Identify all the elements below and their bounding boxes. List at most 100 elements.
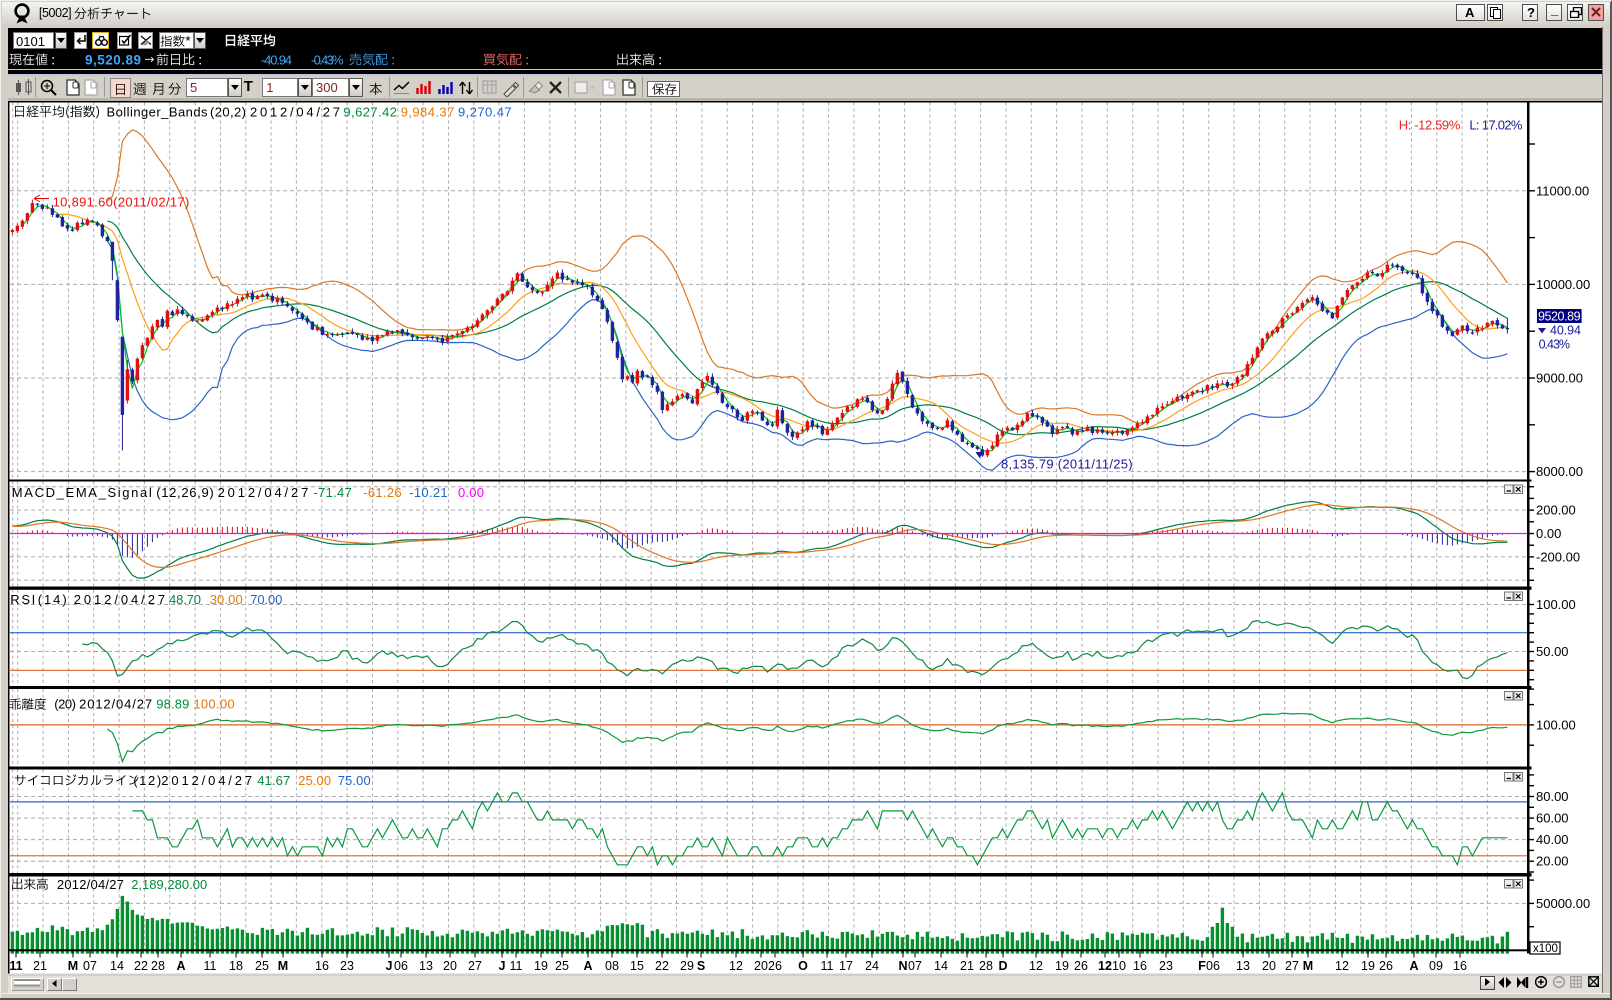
svg-text:12: 12 — [1335, 959, 1349, 973]
svg-text:100.00: 100.00 — [1536, 597, 1576, 612]
svg-text:13: 13 — [1236, 959, 1250, 973]
svg-text:15: 15 — [630, 959, 644, 973]
svg-text:17: 17 — [839, 959, 853, 973]
svg-text:-71.47: -71.47 — [313, 485, 351, 500]
svg-text:D: D — [998, 959, 1007, 973]
svg-text:9520.89: 9520.89 — [1538, 310, 1581, 324]
svg-text:11: 11 — [9, 959, 22, 973]
svg-text:40.00: 40.00 — [1536, 832, 1569, 847]
svg-text:F: F — [1198, 959, 1206, 973]
svg-text:9,270.47: 9,270.47 — [458, 105, 512, 120]
svg-text:11: 11 — [821, 959, 834, 973]
svg-text:H: -12.59%: H: -12.59% — [1399, 118, 1461, 133]
svg-text:10000.00: 10000.00 — [1536, 277, 1590, 292]
svg-text:10,891.60(2011/02/17): 10,891.60(2011/02/17) — [53, 195, 190, 210]
svg-text:12: 12 — [1098, 959, 1112, 973]
svg-text:M: M — [1303, 959, 1313, 973]
svg-text:40.94: 40.94 — [1550, 324, 1581, 338]
svg-text:-61.26: -61.26 — [363, 485, 401, 500]
svg-text:x100: x100 — [1533, 943, 1558, 955]
svg-text:S: S — [697, 959, 705, 973]
svg-text:98.89: 98.89 — [156, 697, 189, 712]
svg-text:L: 17.02%: L: 17.02% — [1469, 118, 1522, 133]
svg-text:27: 27 — [468, 959, 482, 973]
svg-text:25: 25 — [555, 959, 569, 973]
svg-text:A: A — [176, 959, 185, 973]
svg-text:MACD_EMA_Signal: MACD_EMA_Signal — [12, 485, 152, 500]
svg-text:20: 20 — [443, 959, 457, 973]
svg-text:20: 20 — [754, 959, 768, 973]
svg-text:(12,26,9): (12,26,9) — [156, 485, 214, 500]
svg-text:80.00: 80.00 — [1536, 789, 1569, 804]
svg-text:J: J — [386, 959, 393, 973]
svg-text:N: N — [898, 959, 907, 973]
svg-text:06: 06 — [394, 959, 408, 973]
svg-text:12: 12 — [729, 959, 743, 973]
svg-text:11000.00: 11000.00 — [1536, 183, 1589, 198]
svg-text:18: 18 — [229, 959, 243, 973]
svg-text:25: 25 — [255, 959, 269, 973]
svg-text:22: 22 — [655, 959, 669, 973]
svg-text:50.00: 50.00 — [1536, 644, 1569, 659]
svg-text:14: 14 — [934, 959, 948, 973]
svg-text:Bollinger_Bands: Bollinger_Bands — [107, 105, 209, 120]
svg-text:A: A — [583, 959, 592, 973]
svg-text:28: 28 — [151, 959, 165, 973]
svg-text:100.00: 100.00 — [1536, 717, 1576, 732]
svg-text:100.00: 100.00 — [193, 697, 234, 712]
svg-text:25.00: 25.00 — [298, 773, 331, 788]
svg-text:-200.00: -200.00 — [1536, 549, 1580, 564]
svg-text:M: M — [278, 959, 288, 973]
svg-text:26: 26 — [1379, 959, 1393, 973]
svg-text:09: 09 — [1429, 959, 1443, 973]
svg-text:20: 20 — [1262, 959, 1276, 973]
svg-text:50000.00: 50000.00 — [1536, 896, 1590, 911]
svg-text:11: 11 — [204, 959, 217, 973]
svg-text:16: 16 — [1453, 959, 1467, 973]
svg-text:70.00: 70.00 — [250, 592, 282, 607]
svg-text:9,627.42: 9,627.42 — [343, 105, 397, 120]
svg-text:M: M — [68, 959, 78, 973]
svg-text:2,189,280.00: 2,189,280.00 — [131, 877, 207, 892]
svg-text:2012/04/27: 2012/04/27 — [57, 877, 124, 892]
svg-text:RSI: RSI — [10, 592, 35, 607]
svg-text:23: 23 — [340, 959, 354, 973]
svg-text:12: 12 — [1029, 959, 1043, 973]
svg-text:8,135.79 (2011/11/25): 8,135.79 (2011/11/25) — [1001, 457, 1133, 472]
svg-text:J: J — [499, 959, 506, 973]
svg-text:07: 07 — [83, 959, 97, 973]
svg-text:0.00: 0.00 — [458, 485, 484, 500]
svg-text:9000.00: 9000.00 — [1536, 371, 1583, 386]
svg-text:200.00: 200.00 — [1536, 503, 1576, 518]
svg-text:60.00: 60.00 — [1536, 811, 1569, 826]
svg-text:9,984.37: 9,984.37 — [401, 105, 455, 120]
svg-text:2012/04/27: 2012/04/27 — [79, 697, 152, 712]
svg-text:20.00: 20.00 — [1536, 854, 1569, 869]
svg-text:16: 16 — [315, 959, 329, 973]
svg-text:A: A — [1409, 959, 1418, 973]
svg-text:41.67: 41.67 — [257, 773, 290, 788]
svg-text:06: 06 — [1206, 959, 1220, 973]
svg-text:21: 21 — [33, 959, 47, 973]
svg-text:75.00: 75.00 — [338, 773, 371, 788]
svg-text:14: 14 — [110, 959, 124, 973]
svg-text:0.00: 0.00 — [1536, 526, 1561, 541]
svg-text:28: 28 — [979, 959, 993, 973]
svg-text:24: 24 — [865, 959, 879, 973]
svg-text:26: 26 — [1074, 959, 1088, 973]
svg-text:-10.21: -10.21 — [409, 485, 447, 500]
svg-text:21: 21 — [960, 959, 974, 973]
svg-text:08: 08 — [605, 959, 619, 973]
svg-text:0.43%: 0.43% — [1539, 338, 1570, 352]
svg-text:(20,2): (20,2) — [210, 105, 246, 120]
svg-text:8000.00: 8000.00 — [1536, 464, 1583, 479]
svg-text:27: 27 — [1285, 959, 1299, 973]
svg-text:07: 07 — [908, 959, 922, 973]
svg-text:23: 23 — [1159, 959, 1173, 973]
svg-text:19: 19 — [1361, 959, 1375, 973]
svg-text:26: 26 — [768, 959, 782, 973]
svg-text:13: 13 — [419, 959, 433, 973]
svg-text:O: O — [798, 959, 808, 973]
svg-text:30.00: 30.00 — [210, 592, 243, 607]
svg-text:19: 19 — [1055, 959, 1069, 973]
